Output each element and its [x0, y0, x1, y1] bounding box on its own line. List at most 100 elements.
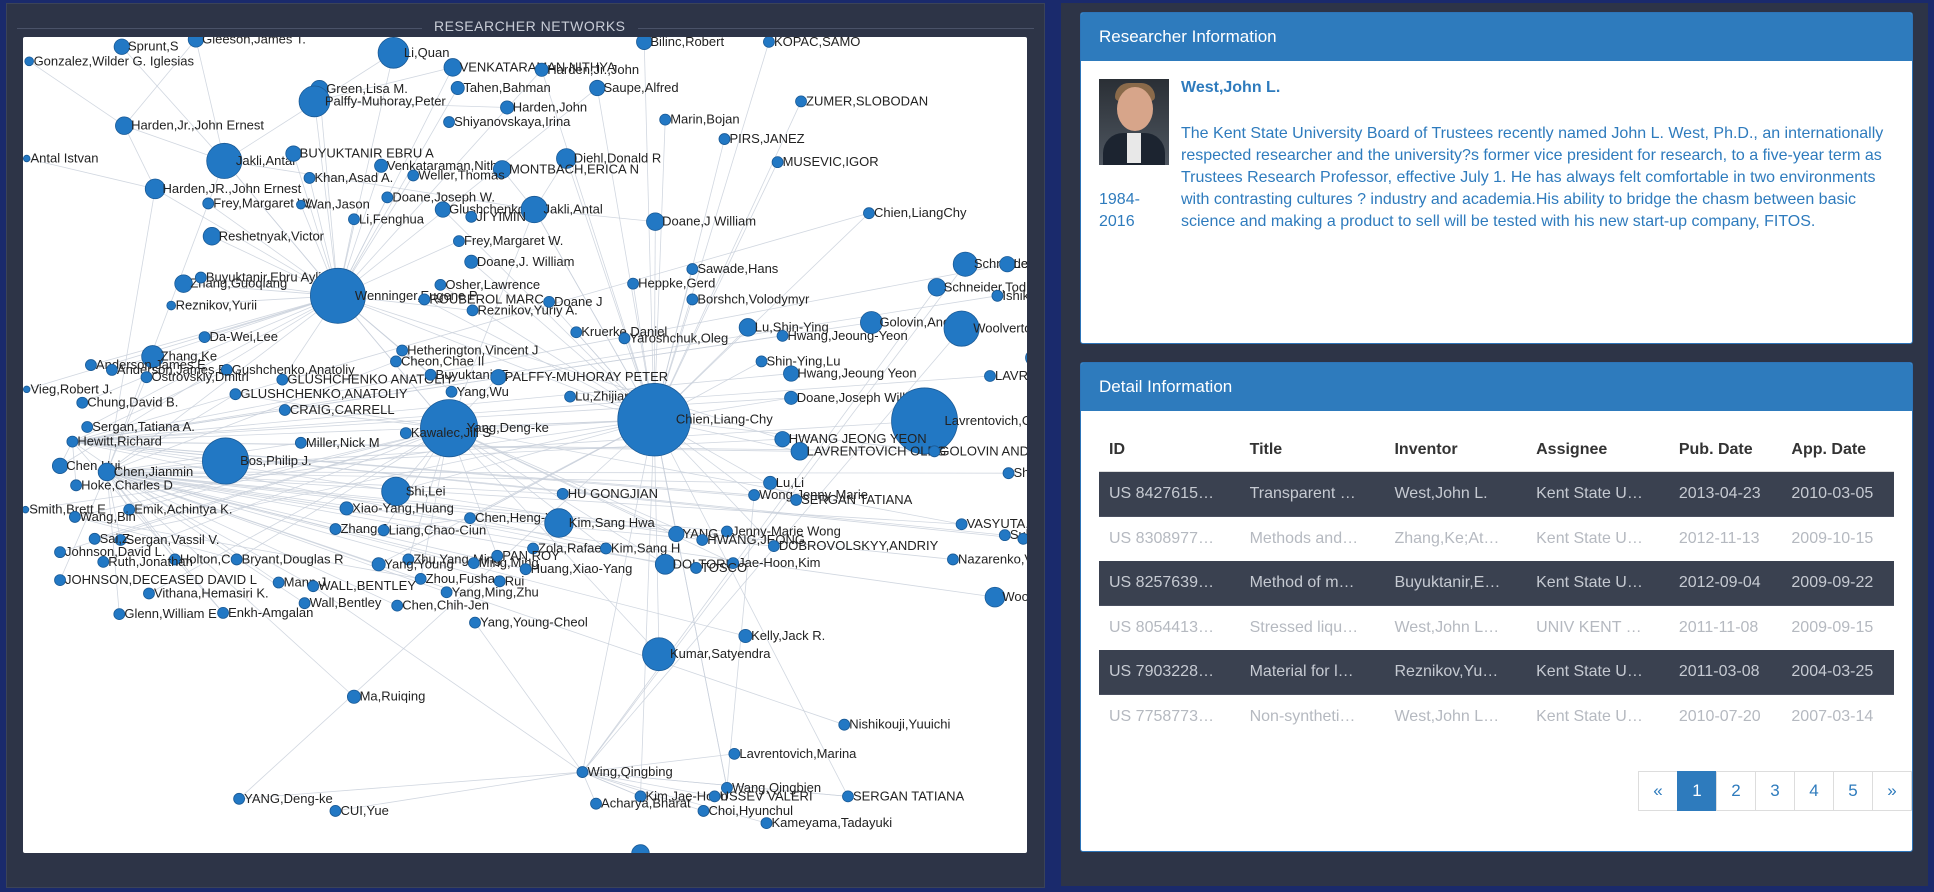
table-row[interactable]: US 8054413… Stressed liqu… West,John L… …: [1099, 605, 1894, 650]
network-node[interactable]: Hwang,Jeoung-Yeon: [776, 328, 908, 343]
network-node[interactable]: HU GONGJIAN: [556, 486, 658, 501]
network-node[interactable]: Frey,Margaret W.: [202, 195, 313, 210]
network-node[interactable]: Chien,Liang-Chy: [617, 383, 773, 457]
network-node[interactable]: ZUMER,SLOBODAN: [795, 93, 929, 108]
network-node[interactable]: SERGAN TATIANA: [842, 788, 965, 803]
network-node-circle[interactable]: [697, 805, 710, 817]
network-node-circle[interactable]: [771, 156, 784, 169]
network-node[interactable]: Woolverton,C: [943, 310, 1027, 347]
network-node[interactable]: Wang,Bin: [68, 509, 136, 524]
network-node-circle[interactable]: [767, 540, 780, 552]
network-node[interactable]: Reshetnyak,Victor: [202, 227, 325, 246]
network-node-circle[interactable]: [491, 549, 504, 562]
network-node[interactable]: LAVRENTOVICH: [984, 368, 1027, 383]
network-node-circle[interactable]: [54, 574, 66, 587]
network-node[interactable]: Ma,Ruiqing: [346, 689, 425, 704]
network-node[interactable]: [631, 844, 650, 853]
network-node[interactable]: Harden,Jr.,John Ernest: [115, 116, 264, 135]
network-node[interactable]: CUI,Yue: [329, 803, 389, 818]
pagination-page-2[interactable]: 2: [1716, 771, 1756, 811]
column-header-assignee[interactable]: Assignee: [1526, 429, 1669, 472]
network-node-circle[interactable]: [991, 289, 1004, 302]
network-node-circle[interactable]: [453, 235, 465, 248]
network-node-circle[interactable]: [748, 489, 761, 501]
network-node-circle[interactable]: [576, 766, 589, 778]
table-row[interactable]: US 8257639… Method of m… Buyuktanir,E… K…: [1099, 561, 1894, 606]
network-node-circle[interactable]: [1017, 532, 1027, 545]
network-node-circle[interactable]: [166, 300, 177, 311]
network-node-circle[interactable]: [194, 271, 207, 284]
network-node-circle[interactable]: [755, 355, 768, 368]
network-node[interactable]: Lu,Zhijian: [564, 389, 632, 404]
network-node-circle[interactable]: [106, 364, 118, 376]
network-svg[interactable]: Gonzalez,Wilder G. IglesiasSprunt,S Glees…: [23, 37, 1027, 853]
network-graph[interactable]: Gonzalez,Wilder G. Iglesias Sprunt,S Glees…: [23, 37, 1027, 853]
network-node[interactable]: LAVRENTOVICH OLEG: [790, 442, 946, 461]
network-node[interactable]: Ishikawa: [991, 288, 1027, 303]
network-node[interactable]: Hoke,Charles D: [70, 477, 173, 492]
network-node-circle[interactable]: [307, 580, 320, 593]
network-node[interactable]: Harden,John: [500, 99, 588, 115]
network-node[interactable]: Antal Istvan: [23, 151, 98, 166]
network-node-circle[interactable]: [928, 445, 941, 458]
network-node[interactable]: Yang,Young: [371, 556, 454, 572]
network-node-circle[interactable]: [984, 370, 996, 382]
pagination-page-4[interactable]: 4: [1794, 771, 1834, 811]
network-node[interactable]: Glenn,William E: [113, 606, 217, 621]
network-node[interactable]: Li,Quan: [377, 37, 449, 69]
network-node[interactable]: Weller,Thomas: [407, 168, 505, 183]
network-node[interactable]: Miller,Nick M: [294, 435, 380, 450]
network-node[interactable]: Sawade,Hans: [686, 261, 779, 276]
network-node-circle[interactable]: [1002, 467, 1015, 480]
network-node[interactable]: Hwang,Jeoung Yeon: [783, 365, 917, 382]
network-node-circle[interactable]: [390, 355, 402, 368]
network-node-circle[interactable]: [618, 332, 631, 345]
network-node-circle[interactable]: [303, 172, 316, 184]
network-node[interactable]: Acharya,Bharat: [590, 796, 691, 811]
column-header-id[interactable]: ID: [1099, 429, 1240, 472]
network-node-circle[interactable]: [68, 511, 81, 523]
network-node-circle[interactable]: [708, 790, 721, 803]
network-node-circle[interactable]: [863, 207, 875, 220]
network-node[interactable]: Xiao-Yang,Huang: [339, 500, 454, 515]
network-node-circle[interactable]: [631, 844, 650, 853]
network-node-circle[interactable]: [23, 505, 30, 514]
column-header-inventor[interactable]: Inventor: [1384, 429, 1527, 472]
network-node[interactable]: Yaroshchuk,Oleg: [618, 330, 728, 345]
network-node-circle[interactable]: [85, 359, 97, 371]
network-node[interactable]: Ostrovskiy,Dmitri: [140, 369, 249, 384]
network-node-circle[interactable]: [294, 436, 307, 449]
network-node[interactable]: Frey,Margaret W.: [453, 233, 563, 248]
researcher-name[interactable]: West,John L.: [1181, 79, 1280, 97]
network-node-circle[interactable]: [469, 616, 481, 629]
network-node-circle[interactable]: [217, 607, 229, 619]
network-node[interactable]: Jakli,Antal: [206, 142, 296, 179]
network-node[interactable]: [1025, 350, 1027, 365]
network-node-circle[interactable]: [760, 817, 773, 830]
network-node-circle[interactable]: [276, 373, 289, 386]
network-node-circle[interactable]: [728, 747, 741, 760]
network-node-circle[interactable]: [229, 388, 242, 401]
network-node-circle[interactable]: [718, 133, 731, 145]
network-node-circle[interactable]: [600, 542, 612, 555]
network-node[interactable]: Gonzalez,Wilder G. Iglesias: [24, 53, 195, 68]
network-node-circle[interactable]: [202, 197, 215, 210]
pagination-page-1[interactable]: 1: [1677, 771, 1717, 811]
network-node-circle[interactable]: [381, 191, 394, 204]
network-node[interactable]: Kameyama,Tadayuki: [760, 815, 892, 830]
network-node[interactable]: Heppke,Gerd: [627, 276, 716, 291]
network-node[interactable]: Reznikov,Yuriy A.: [466, 302, 578, 317]
network-node[interactable]: PIRS,JANEZ: [718, 131, 805, 146]
network-node-circle[interactable]: [198, 331, 211, 344]
network-node-circle[interactable]: [686, 293, 699, 306]
network-node[interactable]: Reznikov,Yurii: [166, 298, 257, 313]
network-node[interactable]: Emik,Achintya K.: [123, 502, 233, 517]
network-node[interactable]: Da-Wei,Lee: [198, 329, 278, 344]
network-node[interactable]: SERGAN TATIANA: [790, 492, 913, 507]
network-node[interactable]: Doane,J William: [646, 212, 757, 231]
network-node[interactable]: MONTBACH,ERICA N: [492, 160, 639, 179]
network-node-circle[interactable]: [113, 608, 126, 621]
network-node-circle[interactable]: [659, 113, 672, 126]
network-node[interactable]: CRAIG,CARRELL: [278, 402, 395, 417]
network-node[interactable]: Wing,Qingbing: [576, 764, 673, 779]
